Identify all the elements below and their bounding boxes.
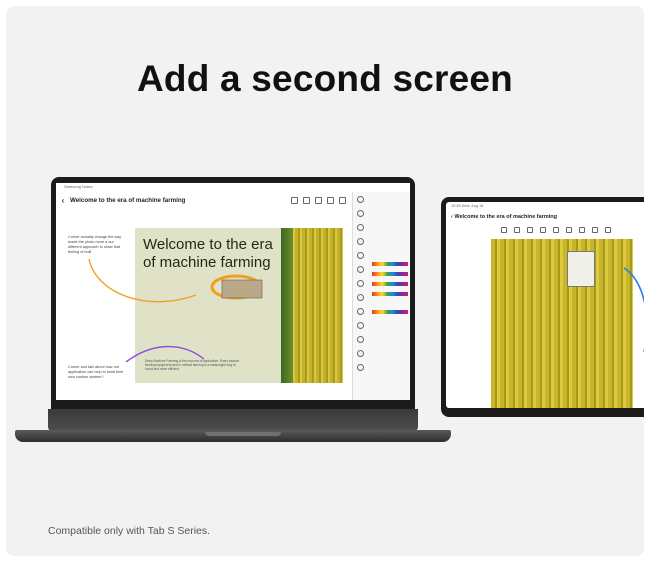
tool-icon[interactable] (357, 210, 364, 217)
tool-icon[interactable] (357, 238, 364, 245)
laptop-hinge (48, 409, 418, 431)
inserted-photo (221, 279, 263, 299)
headline: Add a second screen (137, 58, 513, 99)
laptop-display: Samsung Notes ‹ Welcome to the era of ma… (51, 177, 415, 409)
ink-annotations (623, 267, 644, 352)
tablet-device: 10:45 Wed, Aug 18 ‹ Welcome to the era o… (441, 197, 644, 417)
tool-icon[interactable] (357, 252, 364, 259)
annotation-arrow (88, 258, 197, 303)
tool-icon[interactable] (357, 196, 364, 203)
laptop-screen: Samsung Notes ‹ Welcome to the era of ma… (56, 183, 410, 400)
promo-card: Add a second screen Samsung Notes ‹ Welc… (6, 6, 644, 556)
laptop-base (15, 430, 451, 442)
lid-notch (205, 432, 281, 436)
tool-icon[interactable] (357, 364, 364, 371)
color-palette[interactable] (372, 310, 408, 314)
tool-icon[interactable] (357, 336, 364, 343)
pen-settings-panel (352, 192, 410, 400)
tool-icon[interactable] (357, 280, 364, 287)
laptop-bezel (51, 400, 415, 409)
tool-icon[interactable] (357, 224, 364, 231)
tool-icon[interactable] (357, 266, 364, 273)
tool-icon[interactable] (357, 350, 364, 357)
tool-icon[interactable] (357, 294, 364, 301)
tool-icon[interactable] (357, 322, 364, 329)
color-palette[interactable] (372, 262, 408, 266)
color-palette[interactable] (372, 292, 408, 296)
color-palette[interactable] (372, 272, 408, 276)
color-palette[interactable] (372, 282, 408, 286)
compatibility-note: Compatible only with Tab S Series. (48, 525, 211, 537)
annotation-arrow (125, 345, 205, 363)
annotation-arrow (623, 267, 644, 352)
tablet-screen: 10:45 Wed, Aug 18 ‹ Welcome to the era o… (446, 202, 644, 408)
tool-icon[interactable] (357, 308, 364, 315)
side-toolbar (355, 196, 365, 378)
